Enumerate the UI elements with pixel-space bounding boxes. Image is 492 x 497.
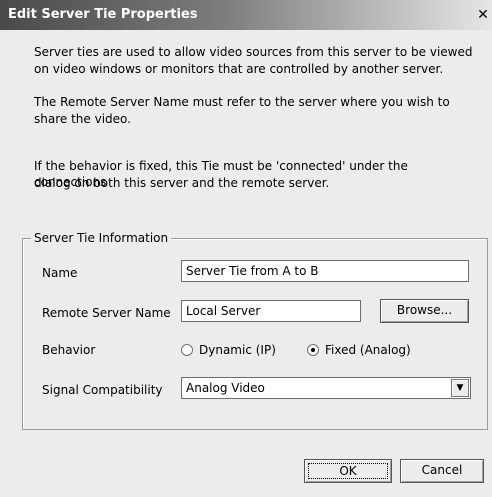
signal-compatibility-value: Analog Video — [186, 381, 265, 395]
ok-button-label: OK — [308, 463, 388, 479]
chevron-down-icon[interactable]: ▼ — [451, 379, 469, 397]
description-line: on video windows or monitors that are co… — [34, 62, 444, 76]
window-title: Edit Server Tie Properties — [8, 7, 198, 22]
remote-server-name-label: Remote Server Name — [42, 306, 171, 320]
title-bar[interactable]: Edit Server Tie Properties ✕ — [0, 0, 492, 30]
ok-button[interactable]: OK — [304, 459, 392, 483]
remote-server-name-field[interactable]: Local Server — [181, 300, 361, 322]
radio-fixed-analog[interactable]: Fixed (Analog) — [307, 343, 411, 357]
description-line: dialog on both this server and the remot… — [34, 176, 330, 190]
description-line: The Remote Server Name must refer to the… — [34, 95, 450, 109]
cancel-button[interactable]: Cancel — [400, 459, 484, 483]
radio-dynamic-ip-label: Dynamic (IP) — [199, 343, 276, 357]
signal-compatibility-select[interactable]: Analog Video ▼ — [181, 377, 471, 399]
radio-fixed-analog-label: Fixed (Analog) — [325, 343, 411, 357]
close-icon[interactable]: ✕ — [476, 8, 490, 22]
description-line: Server ties are used to allow video sour… — [34, 45, 473, 59]
description-line: share the video. — [34, 112, 131, 126]
behavior-label: Behavior — [42, 343, 96, 357]
group-legend: Server Tie Information — [31, 231, 172, 245]
browse-button[interactable]: Browse... — [380, 299, 469, 323]
name-field[interactable]: Server Tie from A to B — [181, 260, 469, 282]
radio-dynamic-ip[interactable]: Dynamic (IP) — [181, 343, 276, 357]
signal-compatibility-label: Signal Compatibility — [42, 383, 163, 397]
name-label: Name — [42, 266, 78, 280]
radio-button-icon — [181, 344, 193, 356]
radio-button-checked-icon — [307, 344, 319, 356]
dialog-window: Edit Server Tie Properties ✕ Server ties… — [0, 0, 492, 497]
